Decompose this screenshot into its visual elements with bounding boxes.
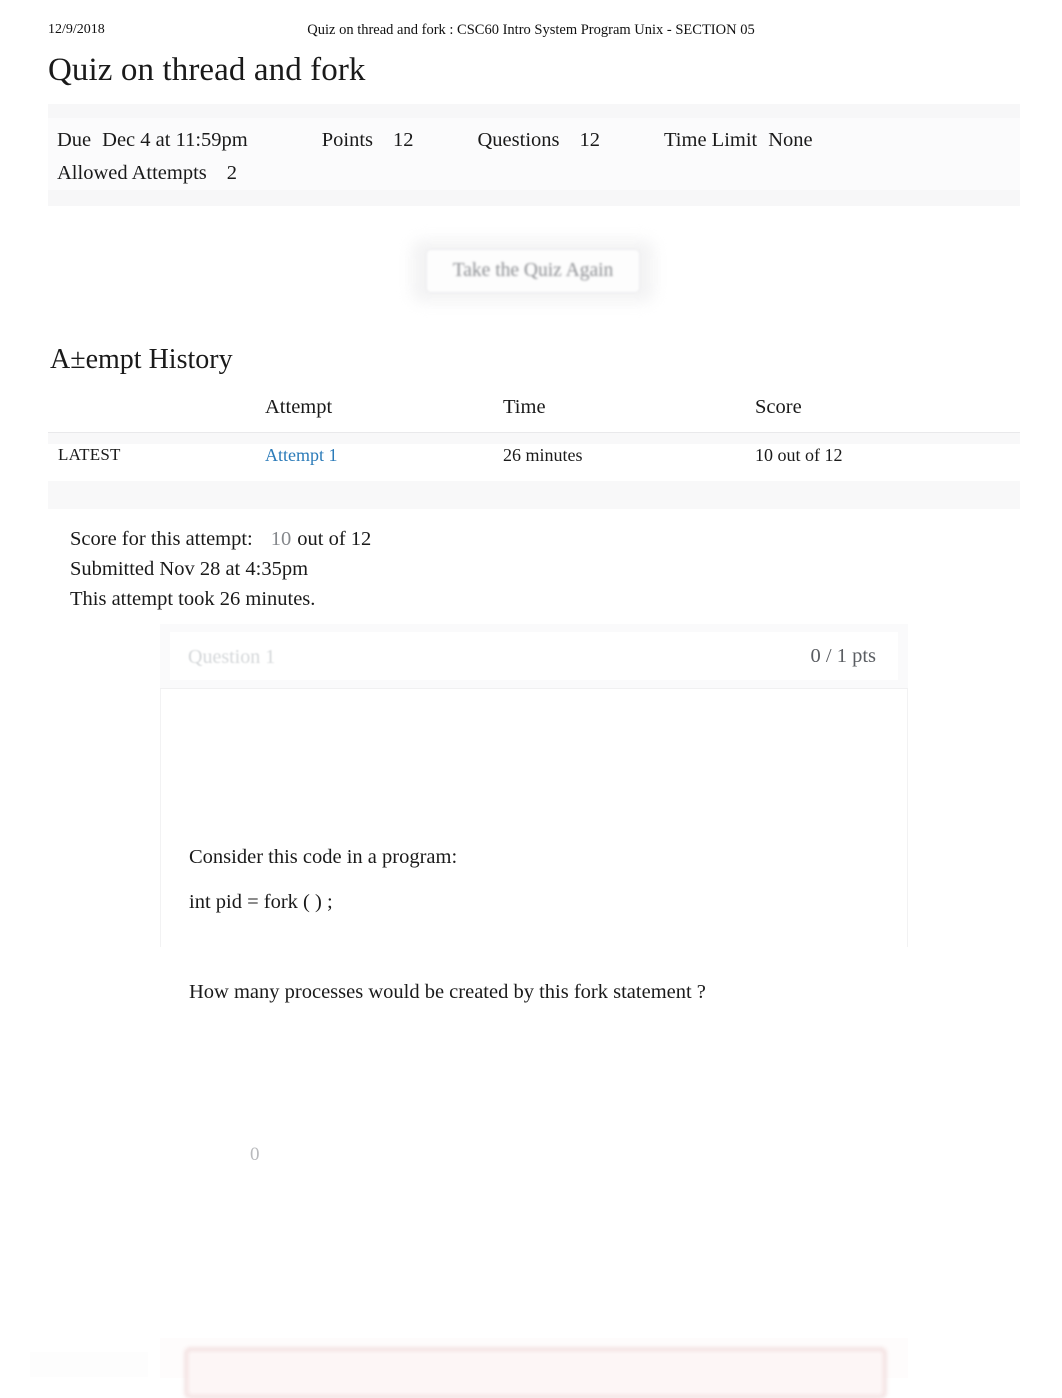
question-card: Question 1 0 / 1 pts Consider this code …: [160, 624, 908, 1003]
score-summary: Score for this attempt: 10 out of 12 Submi…: [70, 524, 371, 614]
allowed-attempts-label: Allowed Attempts: [57, 162, 207, 184]
score-value: 10: [270, 528, 292, 550]
print-header-title: Quiz on thread and fork : CSC60 Intro Sy…: [307, 22, 755, 38]
duration-line: This attempt took 26 minutes.: [70, 588, 316, 610]
meta-band-bottom: [48, 190, 1020, 206]
table-header-row: Attempt Time Score: [48, 396, 1020, 432]
page-title: Quiz on thread and fork: [48, 52, 366, 88]
column-header-attempt: Attempt: [265, 396, 333, 418]
question-body: Consider this code in a program: int pid…: [160, 689, 908, 1003]
time-limit-label: Time Limit: [664, 129, 758, 151]
time-limit-value: None: [768, 129, 813, 151]
take-quiz-again-button[interactable]: Take the Quiz Again: [426, 249, 640, 293]
allowed-attempts-value: 2: [226, 162, 238, 184]
bottom-left-strip: [30, 1352, 148, 1377]
question-header: Question 1 0 / 1 pts: [160, 624, 908, 689]
attempt-latest-badge: LATEST: [58, 445, 121, 464]
points-label: Points: [321, 129, 373, 151]
question-header-inner: [170, 632, 898, 680]
submitted-line: Submitted Nov 28 at 4:35pm: [70, 558, 309, 580]
column-header-time: Time: [503, 396, 546, 418]
print-header: 12/9/2018 Quiz on thread and fork : CSC6…: [0, 22, 1062, 44]
question-title: Question 1: [188, 646, 276, 668]
quiz-meta-row-primary: Due Dec 4 at 11:59pm Points 12 Questions 12 Ti…: [57, 130, 813, 151]
attempt-score-value: 10 out of 12: [755, 445, 843, 465]
due-label: Due: [57, 129, 92, 151]
score-line: Score for this attempt: 10 out of 12: [70, 524, 371, 554]
quiz-meta-row-secondary: Allowed Attempts 2: [57, 163, 237, 184]
question-prompt-line: How many processes would be created by t…: [189, 981, 706, 1003]
quiz-meta-header: Due Dec 4 at 11:59pm Points 12 Questions 12 Ti…: [48, 104, 1020, 206]
score-out-of: out of 12: [297, 528, 372, 550]
meta-band-top: [48, 104, 1020, 118]
questions-label: Questions: [477, 129, 560, 151]
attempt-history-table: Attempt Time Score LATEST Attempt 1 26 m…: [48, 396, 1020, 509]
attempt-1-link[interactable]: Attempt 1: [265, 445, 338, 466]
table-row: LATEST Attempt 1 26 minutes 10 out of 12: [48, 433, 1020, 481]
attempt-history-heading: A±empt History: [50, 344, 233, 375]
answer-option-value: 0: [250, 1144, 260, 1165]
retake-quiz-area: Take the Quiz Again: [412, 240, 654, 302]
attempt-time-value: 26 minutes: [503, 445, 583, 465]
score-label: Score for this attempt:: [70, 528, 253, 550]
question-text-line-1: Consider this code in a program:: [189, 846, 458, 868]
question-points: 0 / 1 pts: [810, 645, 877, 667]
due-value: Dec 4 at 11:59pm: [102, 129, 248, 151]
points-value: 12: [393, 129, 414, 151]
table-shade-lower: [48, 481, 1020, 509]
questions-value: 12: [579, 129, 601, 151]
column-header-score: Score: [755, 396, 802, 418]
question-code-line: int pid = fork ( ) ;: [189, 891, 333, 913]
wrong-answer-highlight-box[interactable]: [185, 1348, 886, 1398]
